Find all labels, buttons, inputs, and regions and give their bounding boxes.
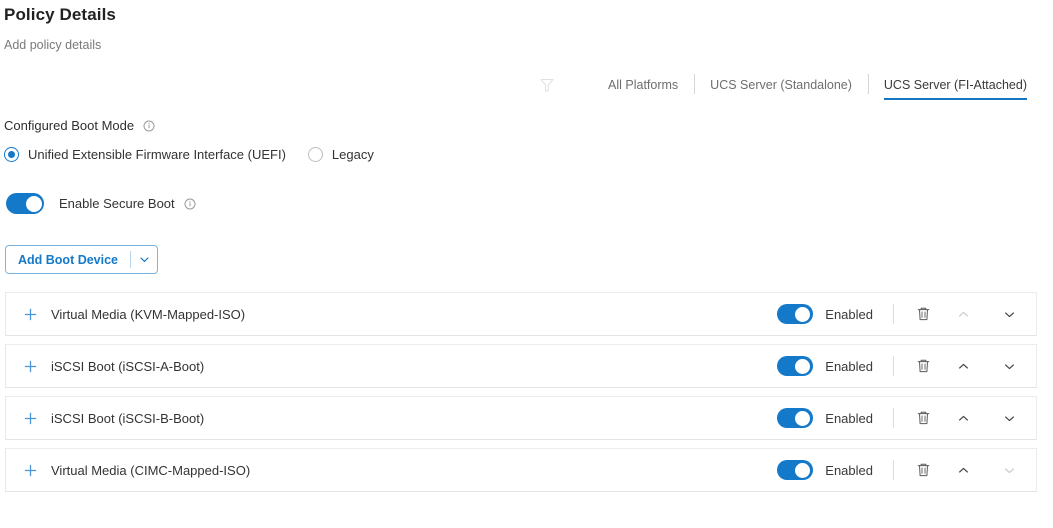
- boot-device-list: Virtual Media (KVM-Mapped-ISO) Enabled i…: [5, 292, 1037, 500]
- tab-label: All Platforms: [608, 78, 679, 92]
- radio-uefi-label: Unified Extensible Firmware Interface (U…: [28, 147, 286, 162]
- boot-device-name: iSCSI Boot (iSCSI-A-Boot): [51, 358, 205, 374]
- platform-filter-bar: All Platforms UCS Server (Standalone) UC…: [0, 70, 1053, 100]
- plus-icon[interactable]: [23, 307, 37, 321]
- tab-all-platforms[interactable]: All Platforms: [592, 70, 694, 100]
- page-subtitle: Add policy details: [4, 38, 102, 52]
- status-badge: Enabled: [825, 462, 873, 478]
- move-up-button[interactable]: [950, 457, 976, 483]
- page-header: Policy Details Add policy details: [0, 0, 1053, 53]
- move-down-button[interactable]: [996, 353, 1022, 379]
- configured-boot-mode-label: Configured Boot Mode: [4, 118, 135, 133]
- page-title: Policy Details: [4, 5, 116, 24]
- move-up-button[interactable]: [950, 405, 976, 431]
- info-icon[interactable]: [143, 120, 155, 132]
- platform-tabs: All Platforms UCS Server (Standalone) UC…: [592, 70, 1040, 100]
- radio-uefi[interactable]: Unified Extensible Firmware Interface (U…: [4, 147, 286, 162]
- status-badge: Enabled: [825, 306, 873, 322]
- boot-device-enable-toggle[interactable]: [777, 356, 814, 376]
- chevron-down-icon[interactable]: [131, 246, 157, 273]
- trash-icon[interactable]: [910, 405, 936, 431]
- toggle-knob: [795, 306, 811, 322]
- tab-label: UCS Server (Standalone): [710, 78, 852, 92]
- radio-legacy-label: Legacy: [331, 147, 374, 162]
- trash-icon[interactable]: [910, 301, 936, 327]
- add-boot-device-label: Add Boot Device: [18, 252, 119, 267]
- move-down-button[interactable]: [996, 405, 1022, 431]
- row-controls: Enabled: [777, 397, 1036, 439]
- boot-device-name: Virtual Media (CIMC-Mapped-ISO): [51, 462, 251, 478]
- move-up-button[interactable]: [950, 353, 976, 379]
- controls-divider: [893, 408, 894, 428]
- table-row[interactable]: iSCSI Boot (iSCSI-A-Boot) Enabled: [5, 344, 1037, 388]
- tab-ucs-server-fi-attached[interactable]: UCS Server (FI-Attached): [867, 70, 1040, 100]
- row-controls: Enabled: [777, 449, 1036, 491]
- boot-device-name: iSCSI Boot (iSCSI-B-Boot): [51, 410, 205, 426]
- filter-icon[interactable]: [538, 76, 556, 94]
- tab-label: UCS Server (FI-Attached): [883, 78, 1027, 92]
- tab-ucs-server-standalone[interactable]: UCS Server (Standalone): [694, 70, 868, 100]
- configured-boot-mode-label-row: Configured Boot Mode: [4, 118, 155, 133]
- boot-mode-radio-group: Unified Extensible Firmware Interface (U…: [4, 147, 374, 162]
- table-row[interactable]: iSCSI Boot (iSCSI-B-Boot) Enabled: [5, 396, 1037, 440]
- radio-uefi-indicator: [4, 147, 19, 162]
- toggle-knob: [795, 358, 811, 374]
- table-row[interactable]: Virtual Media (KVM-Mapped-ISO) Enabled: [5, 292, 1037, 336]
- boot-device-name: Virtual Media (KVM-Mapped-ISO): [51, 306, 246, 322]
- plus-icon[interactable]: [23, 463, 37, 477]
- toggle-knob: [795, 462, 811, 478]
- controls-divider: [893, 460, 894, 480]
- move-down-button[interactable]: [996, 301, 1022, 327]
- boot-device-enable-toggle[interactable]: [777, 304, 814, 324]
- secure-boot-row: Enable Secure Boot: [6, 193, 196, 214]
- boot-device-enable-toggle[interactable]: [777, 460, 814, 480]
- add-boot-device-button[interactable]: Add Boot Device: [5, 245, 159, 274]
- radio-dot: [8, 151, 15, 158]
- radio-legacy[interactable]: Legacy: [307, 147, 374, 162]
- controls-divider: [893, 304, 894, 324]
- move-up-button: [950, 301, 976, 327]
- trash-icon[interactable]: [910, 353, 936, 379]
- toggle-knob: [25, 195, 42, 212]
- boot-device-enable-toggle[interactable]: [777, 408, 814, 428]
- radio-dot: [312, 151, 319, 158]
- secure-boot-label: Enable Secure Boot: [59, 196, 175, 211]
- status-badge: Enabled: [825, 410, 873, 426]
- status-badge: Enabled: [825, 358, 873, 374]
- trash-icon[interactable]: [910, 457, 936, 483]
- controls-divider: [893, 356, 894, 376]
- move-down-button: [996, 457, 1022, 483]
- row-controls: Enabled: [777, 345, 1036, 387]
- plus-icon[interactable]: [23, 411, 37, 425]
- plus-icon[interactable]: [23, 359, 37, 373]
- table-row[interactable]: Virtual Media (CIMC-Mapped-ISO) Enabled: [5, 448, 1037, 492]
- row-controls: Enabled: [777, 293, 1036, 335]
- radio-legacy-indicator: [307, 147, 323, 162]
- info-icon[interactable]: [184, 198, 196, 210]
- secure-boot-toggle[interactable]: [6, 193, 44, 214]
- toggle-knob: [795, 410, 811, 426]
